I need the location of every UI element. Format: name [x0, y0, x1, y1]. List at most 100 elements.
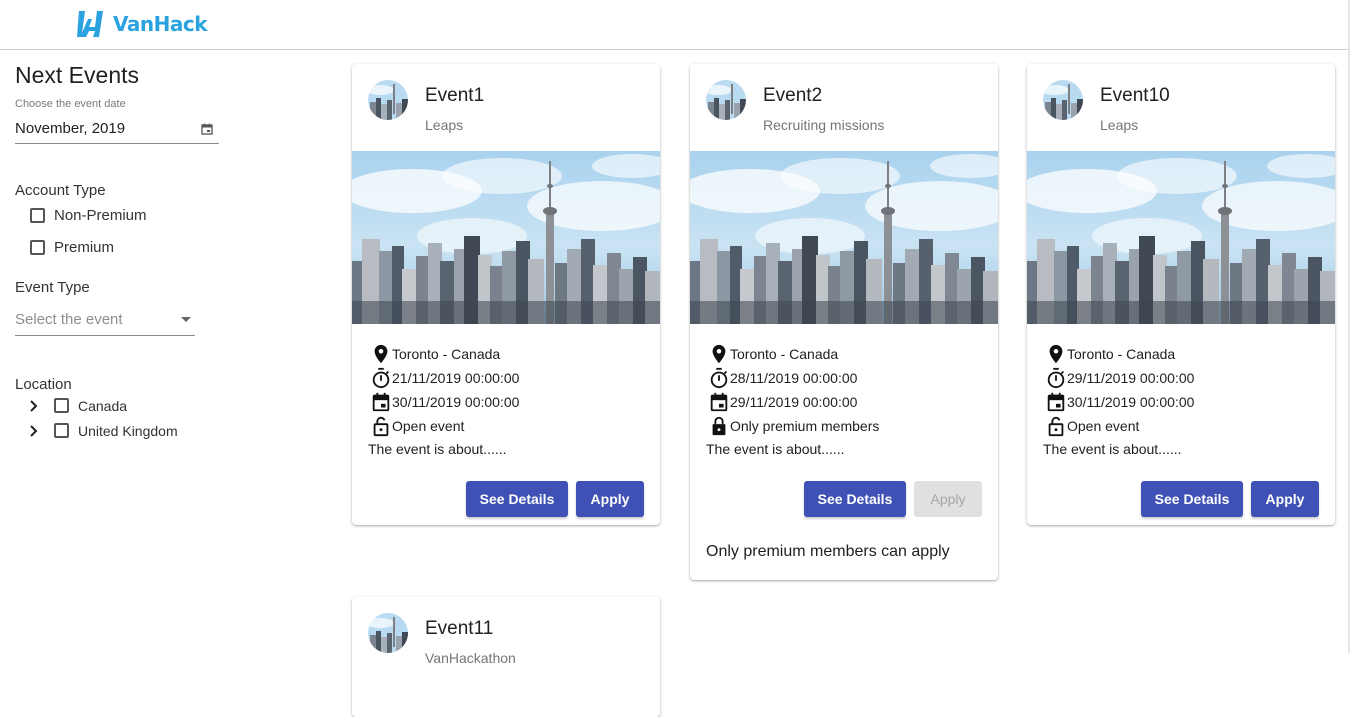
brand-logo[interactable]: VanHack	[75, 9, 208, 39]
event-title: Event1	[425, 85, 485, 106]
account-type-filter: Account Type Non-Premium Premium	[15, 182, 255, 263]
event-start: 28/11/2019 00:00:00	[730, 370, 858, 386]
tree-item-canada[interactable]: Canada	[15, 393, 255, 418]
vanhack-logo-icon	[77, 11, 103, 37]
checkbox-non-premium[interactable]: Non-Premium	[15, 199, 255, 231]
event-description: The event is about......	[1043, 441, 1182, 457]
see-details-button[interactable]: See Details	[804, 481, 906, 517]
access-row: Open event	[368, 414, 660, 438]
event-start: 21/11/2019 00:00:00	[392, 370, 520, 386]
page-title: Next Events	[15, 62, 139, 88]
chevron-right-icon[interactable]	[27, 399, 41, 413]
event-card: Event1 Leaps Toronto - Canada 21/11/2019…	[352, 64, 660, 525]
location-label: Location	[15, 376, 72, 393]
tree-item-united-kingdom[interactable]: United Kingdom	[15, 418, 255, 443]
location-pin-icon	[374, 344, 388, 364]
avatar	[368, 80, 408, 120]
calendar-icon	[710, 392, 728, 412]
location-filter: Location Canada United Kingdom	[15, 376, 255, 443]
checkbox-box[interactable]	[54, 423, 69, 438]
location-row: Toronto - Canada	[368, 342, 660, 366]
brand-name: VanHack	[113, 12, 208, 36]
location-pin-icon	[712, 344, 726, 364]
see-details-button[interactable]: See Details	[466, 481, 568, 517]
card-actions: See Details Apply	[804, 481, 982, 517]
event-title: Event11	[425, 618, 494, 639]
event-access: Open event	[1067, 418, 1140, 434]
start-row: 29/11/2019 00:00:00	[1043, 366, 1335, 390]
card-header: Event10 Leaps	[1027, 64, 1335, 151]
checkbox-box[interactable]	[54, 398, 69, 413]
date-field-label: Choose the event date	[15, 98, 126, 110]
event-subtitle: Recruiting missions	[763, 117, 885, 133]
card-header: Event1 Leaps	[352, 64, 660, 151]
chevron-right-icon[interactable]	[27, 424, 41, 438]
see-details-button[interactable]: See Details	[1141, 481, 1243, 517]
account-type-label: Account Type	[15, 182, 106, 199]
end-row: 30/11/2019 00:00:00	[1043, 390, 1335, 414]
card-header: Event11 VanHackathon	[352, 597, 660, 684]
card-actions: See Details Apply	[1141, 481, 1319, 517]
card-header: Event2 Recruiting missions	[690, 64, 998, 151]
start-row: 21/11/2019 00:00:00	[368, 366, 660, 390]
event-title: Event2	[763, 85, 823, 106]
event-info: Toronto - Canada 21/11/2019 00:00:00 30/…	[352, 324, 660, 460]
lock-icon	[712, 416, 726, 436]
event-end: 30/11/2019 00:00:00	[1067, 394, 1195, 410]
end-row: 30/11/2019 00:00:00	[368, 390, 660, 414]
event-end: 30/11/2019 00:00:00	[392, 394, 520, 410]
event-end: 29/11/2019 00:00:00	[730, 394, 858, 410]
location-row: Toronto - Canada	[706, 342, 998, 366]
filters-sidebar: Next Events Choose the event date Novemb…	[15, 62, 255, 443]
checkbox-box[interactable]	[30, 207, 45, 223]
access-row: Open event	[1043, 414, 1335, 438]
checkbox-label: Non-Premium	[54, 206, 147, 224]
lock-open-icon	[373, 416, 389, 437]
location-pin-icon	[1049, 344, 1063, 364]
tree-item-label: United Kingdom	[78, 422, 178, 439]
location-row: Toronto - Canada	[1043, 342, 1335, 366]
event-image	[1027, 151, 1335, 324]
checkbox-premium[interactable]: Premium	[15, 231, 255, 263]
avatar	[706, 80, 746, 120]
date-value: November, 2019	[15, 120, 126, 137]
event-type-filter: Event Type Select the event	[15, 279, 255, 336]
start-row: 28/11/2019 00:00:00	[706, 366, 998, 390]
avatar	[1043, 80, 1083, 120]
event-title: Event10	[1100, 85, 1170, 106]
apply-button[interactable]: Apply	[1251, 481, 1319, 517]
event-access: Open event	[392, 418, 465, 434]
premium-only-notice: Only premium members can apply	[706, 543, 950, 560]
avatar	[368, 613, 408, 653]
apply-button[interactable]: Apply	[576, 481, 644, 517]
checkbox-box[interactable]	[30, 239, 45, 255]
event-location: Toronto - Canada	[392, 346, 501, 362]
timer-icon	[710, 367, 728, 389]
calendar-icon	[372, 392, 390, 412]
checkbox-label: Premium	[54, 238, 115, 256]
calendar-icon[interactable]	[201, 123, 213, 135]
access-row: Only premium members	[706, 414, 998, 438]
end-row: 29/11/2019 00:00:00	[706, 390, 998, 414]
event-location: Toronto - Canada	[1067, 346, 1176, 362]
event-description: The event is about......	[706, 441, 845, 457]
event-image	[352, 151, 660, 324]
card-actions: See Details Apply	[466, 481, 644, 517]
event-card: Event10 Leaps Toronto - Canada 29/11/201…	[1027, 64, 1335, 525]
event-image	[690, 151, 998, 324]
timer-icon	[372, 367, 390, 389]
event-info: Toronto - Canada 28/11/2019 00:00:00 29/…	[690, 324, 998, 460]
top-bar: VanHack	[0, 0, 1350, 50]
event-info: Toronto - Canada 29/11/2019 00:00:00 30/…	[1027, 324, 1335, 460]
timer-icon	[1047, 367, 1065, 389]
apply-button-disabled: Apply	[914, 481, 982, 517]
event-access: Only premium members	[730, 418, 880, 434]
event-card: Event11 VanHackathon	[352, 597, 660, 717]
dropdown-caret-icon	[181, 317, 191, 322]
event-card: Event2 Recruiting missions Toronto - Can…	[690, 64, 998, 580]
tree-item-label: Canada	[78, 397, 128, 414]
event-description: The event is about......	[368, 441, 507, 457]
date-picker[interactable]: November, 2019	[15, 114, 219, 144]
event-type-select[interactable]: Select the event	[15, 304, 195, 336]
event-subtitle: Leaps	[425, 117, 464, 133]
